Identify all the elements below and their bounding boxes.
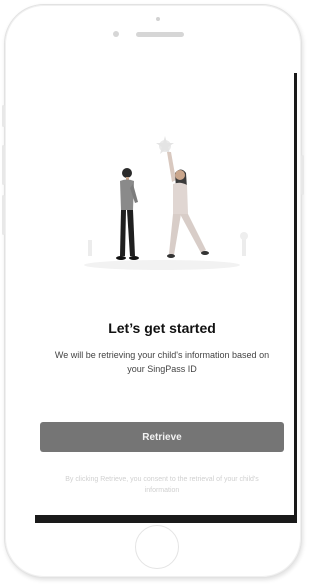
proximity-sensor xyxy=(113,31,119,37)
man-figure xyxy=(116,168,139,260)
phone-power-button xyxy=(301,155,304,195)
phone-volume-up-button xyxy=(2,145,5,185)
phone-volume-down-button xyxy=(2,195,5,235)
woman-figure xyxy=(167,152,209,258)
home-button[interactable] xyxy=(135,525,179,569)
phone-frame: Let’s get started We will be retrieving … xyxy=(2,4,304,578)
page-title: Let’s get started xyxy=(108,320,216,336)
retrieve-button[interactable]: Retrieve xyxy=(40,422,284,452)
phone-side-button xyxy=(2,105,5,127)
earpiece-speaker xyxy=(136,32,184,37)
front-camera xyxy=(156,17,160,21)
page-subtitle: We will be retrieving your child's infor… xyxy=(54,350,270,374)
consent-footnote: By clicking Retrieve, you consent to the… xyxy=(65,476,259,494)
app-screen: Let’s get started We will be retrieving … xyxy=(30,68,294,515)
floating-object-icon xyxy=(156,136,174,154)
two-people-reaching-illustration xyxy=(84,136,248,270)
